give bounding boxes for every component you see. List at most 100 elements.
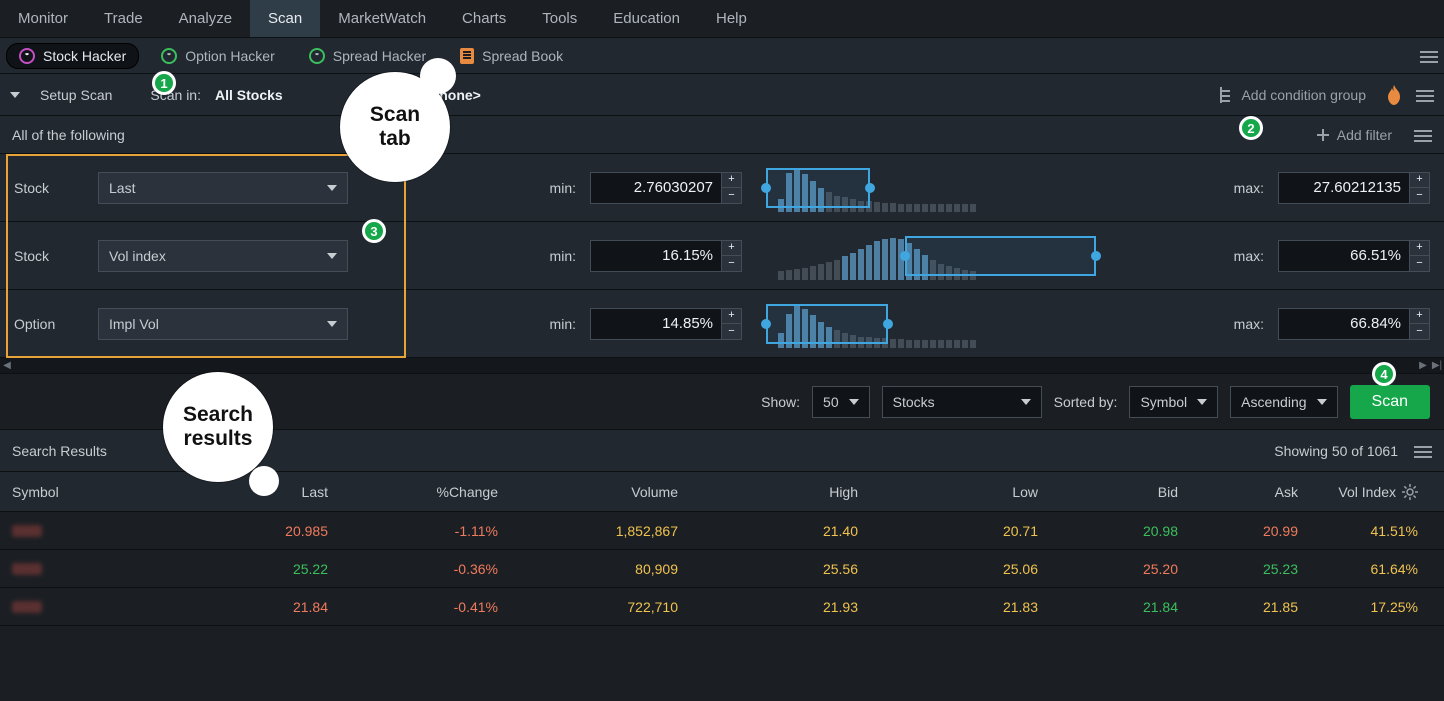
- menu-icon[interactable]: [1420, 49, 1438, 63]
- plus-icon: [1317, 129, 1329, 141]
- step-down-icon[interactable]: −: [1409, 324, 1429, 339]
- range-handle-right[interactable]: [883, 319, 893, 329]
- histo-bar: [826, 262, 832, 279]
- col-symbol[interactable]: Symbol: [0, 472, 190, 511]
- scroll-left-icon[interactable]: ◀: [0, 359, 14, 373]
- menu-scan[interactable]: Scan: [250, 0, 320, 37]
- range-histogram[interactable]: [766, 164, 1200, 212]
- range-box[interactable]: [905, 236, 1096, 276]
- step-down-icon[interactable]: −: [1409, 256, 1429, 271]
- max-field[interactable]: 27.60212135+−: [1278, 172, 1430, 204]
- step-up-icon[interactable]: +: [1409, 309, 1429, 325]
- scan-button[interactable]: Scan: [1350, 385, 1430, 419]
- gear-icon[interactable]: [1402, 484, 1418, 500]
- show-type-select[interactable]: Stocks: [882, 386, 1042, 418]
- numeric-value[interactable]: 14.85%: [591, 309, 721, 339]
- col-ask[interactable]: Ask: [1190, 472, 1310, 511]
- range-handle-left[interactable]: [761, 319, 771, 329]
- show-count-select[interactable]: 50: [812, 386, 870, 418]
- step-up-icon[interactable]: +: [1409, 241, 1429, 257]
- histo-bar: [810, 266, 816, 280]
- scroll-end-icon[interactable]: ▶|: [1430, 359, 1444, 373]
- table-row[interactable]: 21.84-0.41%722,71021.9321.8321.8421.8517…: [0, 588, 1444, 626]
- menu-marketwatch[interactable]: MarketWatch: [320, 0, 444, 37]
- range-box[interactable]: [766, 168, 870, 208]
- step-up-icon[interactable]: +: [721, 173, 741, 189]
- numeric-value[interactable]: 27.60212135: [1279, 173, 1409, 203]
- menu-charts[interactable]: Charts: [444, 0, 524, 37]
- scroll-right-icon[interactable]: ▶: [1416, 359, 1430, 373]
- col-volume[interactable]: Volume: [510, 472, 690, 511]
- max-label: max:: [1224, 316, 1264, 332]
- step-up-icon[interactable]: +: [1409, 173, 1429, 189]
- subtab-option-hacker[interactable]: Option Hacker: [149, 44, 286, 68]
- histo-bar: [890, 203, 896, 211]
- min-field[interactable]: 2.76030207+−: [590, 172, 742, 204]
- col-change[interactable]: %Change: [340, 472, 510, 511]
- filter-head-label: All of the following: [12, 127, 125, 143]
- menu-help[interactable]: Help: [698, 0, 765, 37]
- range-handle-right[interactable]: [1091, 251, 1101, 261]
- numeric-value[interactable]: 66.51%: [1279, 241, 1409, 271]
- max-field[interactable]: 66.51%+−: [1278, 240, 1430, 272]
- sort-dir-select[interactable]: Ascending: [1230, 386, 1337, 418]
- col-low[interactable]: Low: [870, 472, 1050, 511]
- col-high[interactable]: High: [690, 472, 870, 511]
- max-field[interactable]: 66.84%+−: [1278, 308, 1430, 340]
- setup-scan-button[interactable]: Setup Scan: [40, 87, 112, 103]
- col-volindex[interactable]: Vol Index: [1310, 472, 1430, 511]
- chevron-down-icon[interactable]: [10, 92, 20, 98]
- range-handle-left[interactable]: [900, 251, 910, 261]
- green-icon: [161, 48, 177, 64]
- table-row[interactable]: 25.22-0.36%80,90925.5625.0625.2025.2361.…: [0, 550, 1444, 588]
- menu-tools[interactable]: Tools: [524, 0, 595, 37]
- range-histogram[interactable]: [766, 232, 1200, 280]
- add-condition-group-button[interactable]: Add condition group: [1211, 83, 1372, 107]
- menu-icon[interactable]: [1414, 128, 1432, 142]
- menu-monitor[interactable]: Monitor: [0, 0, 86, 37]
- range-histogram[interactable]: [766, 300, 1200, 348]
- step-down-icon[interactable]: −: [721, 256, 741, 271]
- min-field[interactable]: 14.85%+−: [590, 308, 742, 340]
- cell-change: -0.36%: [340, 550, 510, 587]
- chevron-down-icon: [327, 253, 337, 259]
- add-filter-button[interactable]: Add filter: [1311, 123, 1398, 147]
- range-box[interactable]: [766, 304, 888, 344]
- step-down-icon[interactable]: −: [721, 188, 741, 203]
- histo-bar: [930, 204, 936, 212]
- filter-field-select[interactable]: Last: [98, 172, 348, 204]
- range-handle-right[interactable]: [865, 183, 875, 193]
- menu-trade[interactable]: Trade: [86, 0, 161, 37]
- subtab-label: Option Hacker: [185, 48, 274, 64]
- subtab-stock-hacker[interactable]: Stock Hacker: [6, 43, 139, 69]
- sort-dir-value: Ascending: [1241, 394, 1306, 410]
- col-bid[interactable]: Bid: [1050, 472, 1190, 511]
- numeric-value[interactable]: 2.76030207: [591, 173, 721, 203]
- table-row[interactable]: 20.985-1.11%1,852,86721.4020.7120.9820.9…: [0, 512, 1444, 550]
- sizzle-icon[interactable]: [1386, 85, 1402, 105]
- range-handle-left[interactable]: [761, 183, 771, 193]
- step-up-icon[interactable]: +: [721, 241, 741, 257]
- histo-bar: [882, 239, 888, 279]
- step-down-icon[interactable]: −: [721, 324, 741, 339]
- scanin-value[interactable]: All Stocks: [215, 87, 283, 103]
- menu-analyze[interactable]: Analyze: [161, 0, 250, 37]
- subtab-spread-book[interactable]: Spread Book: [448, 44, 575, 68]
- min-label: min:: [536, 316, 576, 332]
- sub-tabs: Stock Hacker Option Hacker Spread Hacker Sp…: [0, 38, 1444, 74]
- numeric-value[interactable]: 16.15%: [591, 241, 721, 271]
- numeric-value[interactable]: 66.84%: [1279, 309, 1409, 339]
- menu-education[interactable]: Education: [595, 0, 698, 37]
- annotation-badge-1: 1: [152, 71, 176, 95]
- menu-icon[interactable]: [1414, 444, 1432, 458]
- step-up-icon[interactable]: +: [721, 309, 741, 325]
- filter-field-select[interactable]: Vol index: [98, 240, 348, 272]
- min-field[interactable]: 16.15%+−: [590, 240, 742, 272]
- filter-field-select[interactable]: Impl Vol: [98, 308, 348, 340]
- step-down-icon[interactable]: −: [1409, 188, 1429, 203]
- menu-icon[interactable]: [1416, 88, 1434, 102]
- sort-field-select[interactable]: Symbol: [1129, 386, 1218, 418]
- cell-last: 21.84: [190, 588, 340, 625]
- cell-bid: 25.20: [1050, 550, 1190, 587]
- subtab-spread-hacker[interactable]: Spread Hacker: [297, 44, 438, 68]
